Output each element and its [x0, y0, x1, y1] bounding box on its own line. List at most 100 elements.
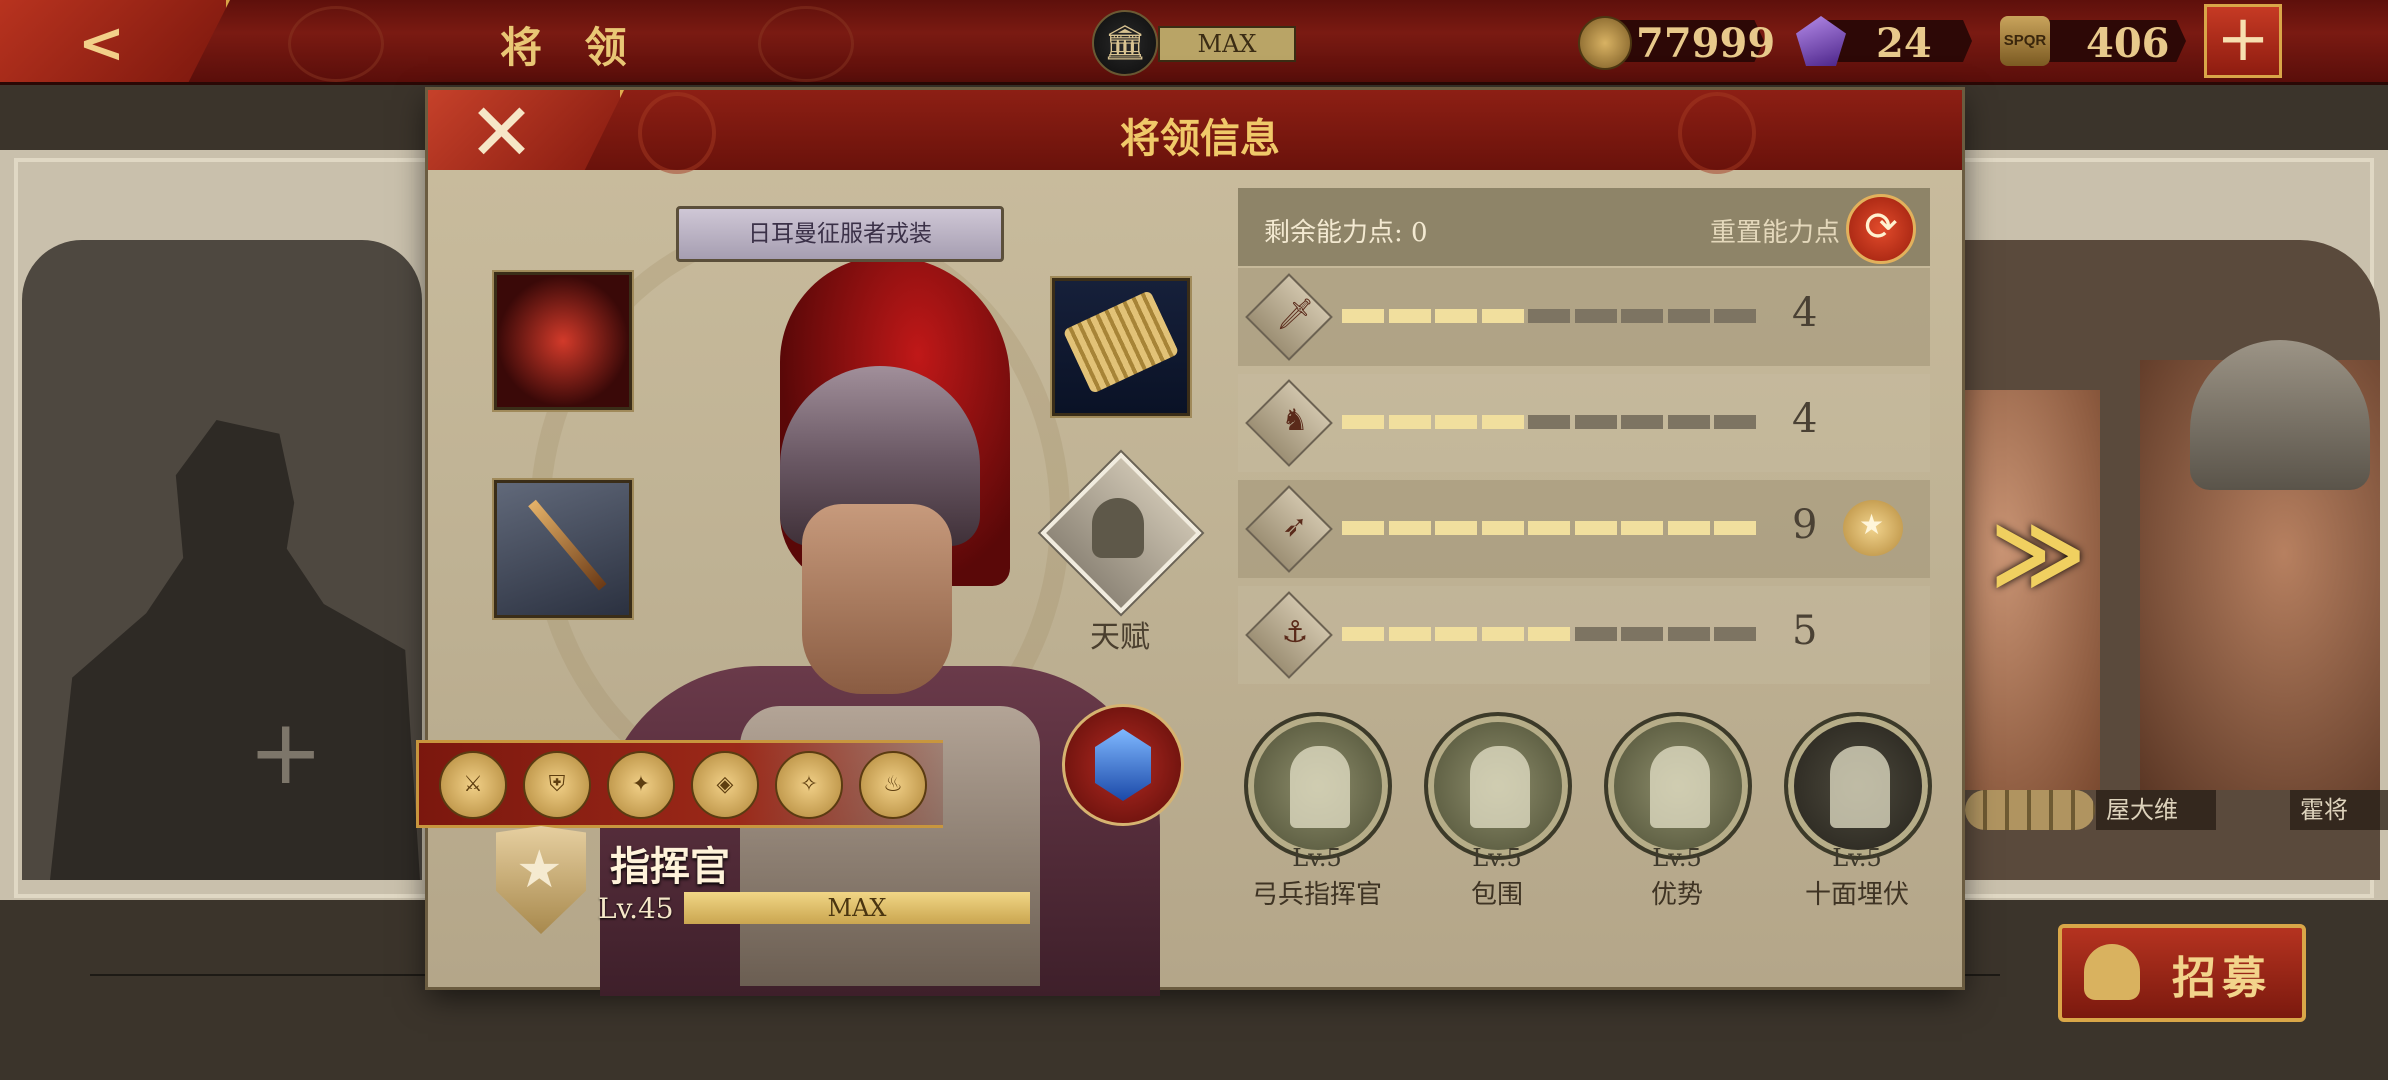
ability-points-bar: 剩余能力点: 0 重置能力点 ⟳	[1238, 188, 1930, 266]
stat-segment	[1667, 415, 1710, 429]
stat-segment	[1621, 309, 1663, 323]
gem-resource[interactable]: 24	[1796, 14, 1976, 68]
stat-segment	[1528, 627, 1570, 641]
stat-row[interactable]: ⚓ 5	[1238, 586, 1930, 684]
divider	[90, 974, 430, 976]
stat-row[interactable]: 🗡 4	[1238, 268, 1930, 366]
level-bar: MAX	[684, 892, 1030, 924]
commander-rank: 指挥官	[610, 843, 730, 890]
spqr-count: 406	[2086, 20, 2170, 67]
stat-segment	[1388, 415, 1431, 429]
add-resource-button[interactable]: +	[2204, 4, 2282, 78]
recruit-button[interactable]: 招募	[2058, 924, 2306, 1022]
stat-segment	[1388, 309, 1431, 323]
laurel-decoration	[288, 6, 384, 82]
stat-segment	[1481, 309, 1524, 323]
skill-name: 弓兵指挥官	[1251, 880, 1382, 910]
stat-segment	[1574, 415, 1617, 429]
skill-icon	[1244, 712, 1392, 860]
stat-value: 5	[1792, 608, 1818, 654]
temple-icon: 🏛	[1103, 23, 1147, 63]
dialog-title: 将领信息	[1120, 115, 1280, 162]
sword-icon: 🗡	[1275, 297, 1315, 332]
stat-segment	[1435, 415, 1477, 429]
skill-level: Lv.5	[1472, 844, 1522, 872]
stat-segment	[1528, 521, 1570, 535]
building-level: MAX	[1158, 26, 1296, 62]
remaining-points: 剩余能力点: 0	[1264, 218, 1428, 248]
recruit-label: 招募	[2172, 953, 2272, 1004]
stat-segment	[1342, 415, 1384, 429]
skin-selector[interactable]: 日耳曼征服者戎装	[676, 206, 1004, 262]
badge-icon[interactable]: ◈	[691, 751, 759, 819]
reset-points-button[interactable]: ⟳	[1846, 194, 1916, 264]
gem-slot[interactable]	[1062, 704, 1184, 826]
scroll-equipment-slot[interactable]	[1052, 278, 1190, 416]
spear-equipment-slot[interactable]	[494, 480, 632, 618]
skill-level: Lv.5	[1292, 844, 1342, 872]
spqr-resource[interactable]: SPQR 406	[2000, 14, 2190, 68]
laurel-decoration	[758, 6, 854, 82]
bow-icon: ➶	[1282, 509, 1308, 544]
stat-segment	[1621, 627, 1663, 641]
stat-segment	[1667, 521, 1710, 535]
stat-segment	[1714, 521, 1756, 535]
coin-row-decoration	[1965, 790, 2095, 830]
stat-value: 4	[1792, 290, 1818, 336]
general-name: 霍将	[2290, 790, 2388, 830]
add-general-icon[interactable]: +	[248, 700, 323, 805]
skill-level: Lv.5	[1832, 844, 1882, 872]
skill-name: 优势	[1650, 880, 1703, 910]
stat-segment	[1574, 627, 1617, 641]
medal-icon[interactable]	[1843, 500, 1903, 556]
banner-equipment-slot[interactable]	[494, 272, 632, 410]
next-arrow-icon[interactable]: ≫	[1990, 500, 2086, 607]
stat-row[interactable]: ➶ 9	[1238, 480, 1930, 578]
gem-count: 24	[1876, 20, 1932, 67]
helmet-plus-icon	[2084, 944, 2140, 1000]
badge-icon[interactable]: ✦	[607, 751, 675, 819]
stat-segment	[1481, 627, 1524, 641]
divider	[1960, 974, 2000, 976]
horse-icon: ♞	[1281, 403, 1309, 438]
stat-segment	[1388, 521, 1431, 535]
stat-segment	[1435, 521, 1477, 535]
stat-row[interactable]: ♞ 4	[1238, 374, 1930, 472]
building-icon[interactable]: 🏛	[1092, 10, 1158, 76]
soldier-figure-icon	[1830, 746, 1890, 828]
general-name: 屋大维	[2096, 790, 2216, 830]
badge-icon[interactable]: ⚔	[439, 751, 507, 819]
skill-name: 十面埋伏	[1804, 880, 1909, 910]
helmet-icon	[1092, 498, 1144, 558]
coin-count: 77999	[1636, 20, 1776, 67]
soldier-figure-icon	[1290, 746, 1350, 828]
skill-badge-bar: ⚔ ⛨ ✦ ◈ ✧ ♨	[416, 740, 943, 828]
stat-segment	[1435, 627, 1477, 641]
stat-segment	[1388, 627, 1431, 641]
anchor-icon: ⚓	[1281, 615, 1309, 650]
skill-icon	[1784, 712, 1932, 860]
badge-icon[interactable]: ✧	[775, 751, 843, 819]
stat-segment	[1714, 309, 1756, 323]
badge-icon[interactable]: ⛨	[523, 751, 591, 819]
soldier-figure-icon	[1650, 746, 1710, 828]
coin-icon	[1578, 16, 1632, 70]
stat-segment	[1528, 415, 1570, 429]
spqr-icon-text: SPQR	[2003, 32, 2047, 49]
talent-label: 天赋	[1090, 620, 1150, 655]
skill-icon	[1424, 712, 1572, 860]
commander-face	[802, 504, 952, 694]
skill-level: Lv.5	[1652, 844, 1702, 872]
stat-segment	[1528, 309, 1570, 323]
stat-segment	[1667, 309, 1710, 323]
chevron-left-icon: <	[78, 10, 125, 76]
coin-resource[interactable]: 77999	[1578, 14, 1775, 70]
stat-segment	[1435, 309, 1477, 323]
stat-segment	[1342, 521, 1384, 535]
spqr-icon: SPQR	[2000, 16, 2050, 66]
commander-level: Lv.45	[598, 892, 674, 925]
badge-icon[interactable]: ♨	[859, 751, 927, 819]
refresh-icon: ⟳	[1864, 204, 1898, 250]
back-button[interactable]: <	[0, 0, 230, 82]
stat-segment	[1621, 415, 1663, 429]
